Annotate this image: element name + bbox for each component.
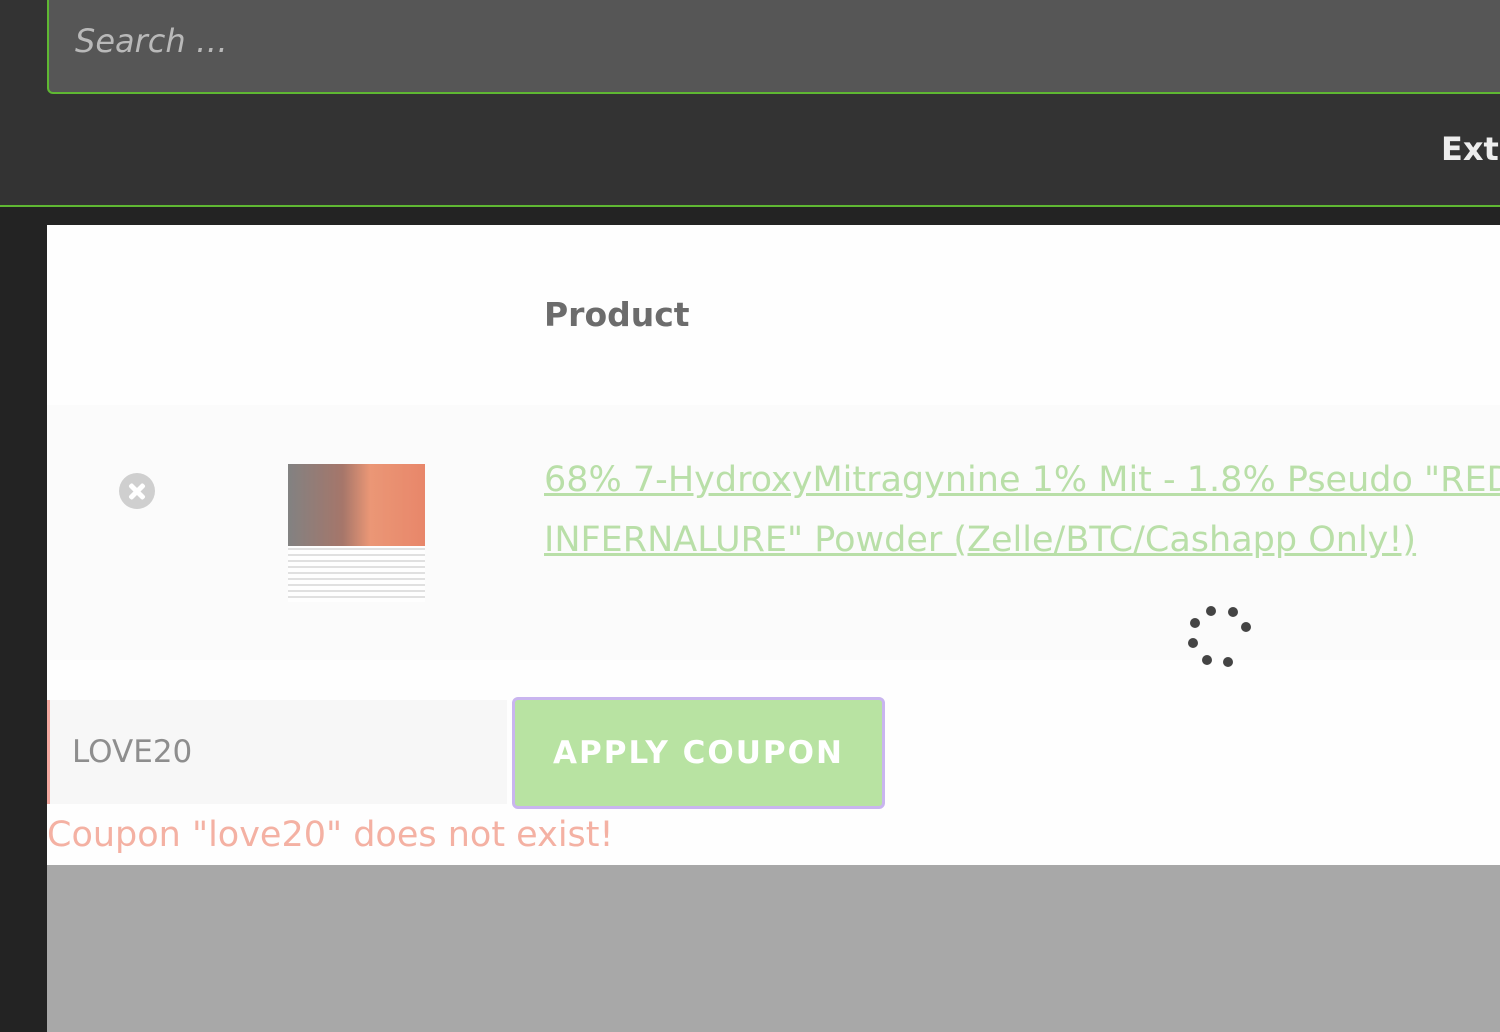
product-title-link[interactable]: 68% 7-HydroxyMitragynine 1% Mit - 1.8% P…: [544, 450, 1500, 570]
apply-coupon-button[interactable]: APPLY COUPON: [512, 697, 885, 809]
column-header-product: Product: [544, 295, 690, 334]
site-header: Extr: [0, 0, 1500, 207]
cart-panel: Product 68% 7-HydroxyMitragynine 1% Mit …: [47, 225, 1500, 865]
thumbnail-art: [288, 464, 425, 546]
footer-area: [47, 865, 1500, 1032]
left-rail: [0, 207, 47, 1032]
product-thumbnail[interactable]: [288, 464, 425, 602]
coupon-area: APPLY COUPON: [47, 697, 1500, 809]
coupon-error-message: Coupon "love20" does not exist!: [47, 815, 614, 855]
product-title-line-2: INFERNALURE" Powder (Zelle/BTC/Cashapp O…: [544, 520, 1417, 560]
gap-strip: [47, 207, 1500, 225]
coupon-code-input[interactable]: [47, 700, 507, 804]
search-input[interactable]: [73, 20, 977, 62]
remove-item-icon[interactable]: [119, 473, 155, 509]
cart-item-row: 68% 7-HydroxyMitragynine 1% Mit - 1.8% P…: [47, 405, 1500, 667]
product-title-line-1: 68% 7-HydroxyMitragynine 1% Mit - 1.8% P…: [544, 460, 1500, 500]
thumbnail-text: [288, 548, 425, 602]
loading-spinner-icon: [1188, 606, 1251, 667]
nav-item-extra[interactable]: Extr: [1441, 130, 1500, 168]
search-box: [47, 0, 1500, 94]
